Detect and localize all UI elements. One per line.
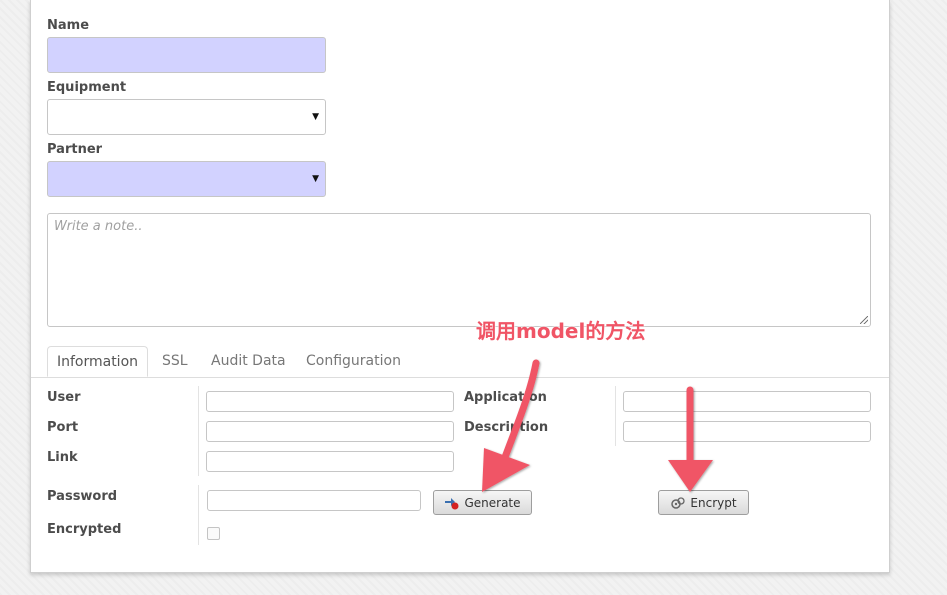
- name-label: Name: [47, 18, 90, 33]
- tab-ssl[interactable]: SSL: [162, 346, 188, 377]
- partner-select[interactable]: ▼: [47, 161, 326, 197]
- column-divider: [198, 485, 199, 545]
- resize-grip-icon[interactable]: [860, 316, 868, 324]
- description-label: Description: [464, 420, 549, 435]
- user-label: User: [47, 390, 81, 405]
- chevron-down-icon: ▼: [312, 174, 319, 184]
- chevron-down-icon: ▼: [312, 112, 319, 122]
- tab-information[interactable]: Information: [47, 346, 148, 377]
- partner-label: Partner: [47, 142, 103, 157]
- note-textarea[interactable]: Write a note..: [47, 213, 871, 327]
- encrypt-button[interactable]: Encrypt: [658, 490, 749, 515]
- encrypted-checkbox[interactable]: [207, 527, 220, 540]
- application-label: Application: [464, 390, 547, 405]
- link-input[interactable]: [206, 451, 454, 472]
- tab-configuration[interactable]: Configuration: [306, 346, 401, 377]
- user-input[interactable]: [206, 391, 454, 412]
- name-input[interactable]: [47, 37, 326, 73]
- tab-audit-data[interactable]: Audit Data: [211, 346, 286, 377]
- generate-button[interactable]: Generate: [433, 490, 532, 515]
- note-placeholder: Write a note..: [54, 219, 143, 234]
- generate-icon: [445, 497, 459, 509]
- encrypt-button-label: Encrypt: [690, 495, 737, 510]
- column-divider: [615, 386, 616, 446]
- tab-bar: Information SSL Audit Data Configuration: [31, 346, 889, 378]
- password-label: Password: [47, 489, 118, 504]
- form-sheet: Name Equipment ▼ Partner ▼ Write a note.…: [30, 0, 890, 573]
- equipment-select[interactable]: ▼: [47, 99, 326, 135]
- application-input[interactable]: [623, 391, 871, 412]
- description-input[interactable]: [623, 421, 871, 442]
- port-input[interactable]: [206, 421, 454, 442]
- equipment-label: Equipment: [47, 80, 127, 95]
- generate-button-label: Generate: [464, 495, 521, 510]
- port-label: Port: [47, 420, 79, 435]
- password-input[interactable]: [207, 490, 421, 511]
- encrypted-label: Encrypted: [47, 522, 122, 537]
- link-label: Link: [47, 450, 78, 465]
- annotation-text: 调用model的方法: [476, 319, 646, 343]
- column-divider: [198, 386, 199, 476]
- encrypt-icon: [671, 496, 686, 509]
